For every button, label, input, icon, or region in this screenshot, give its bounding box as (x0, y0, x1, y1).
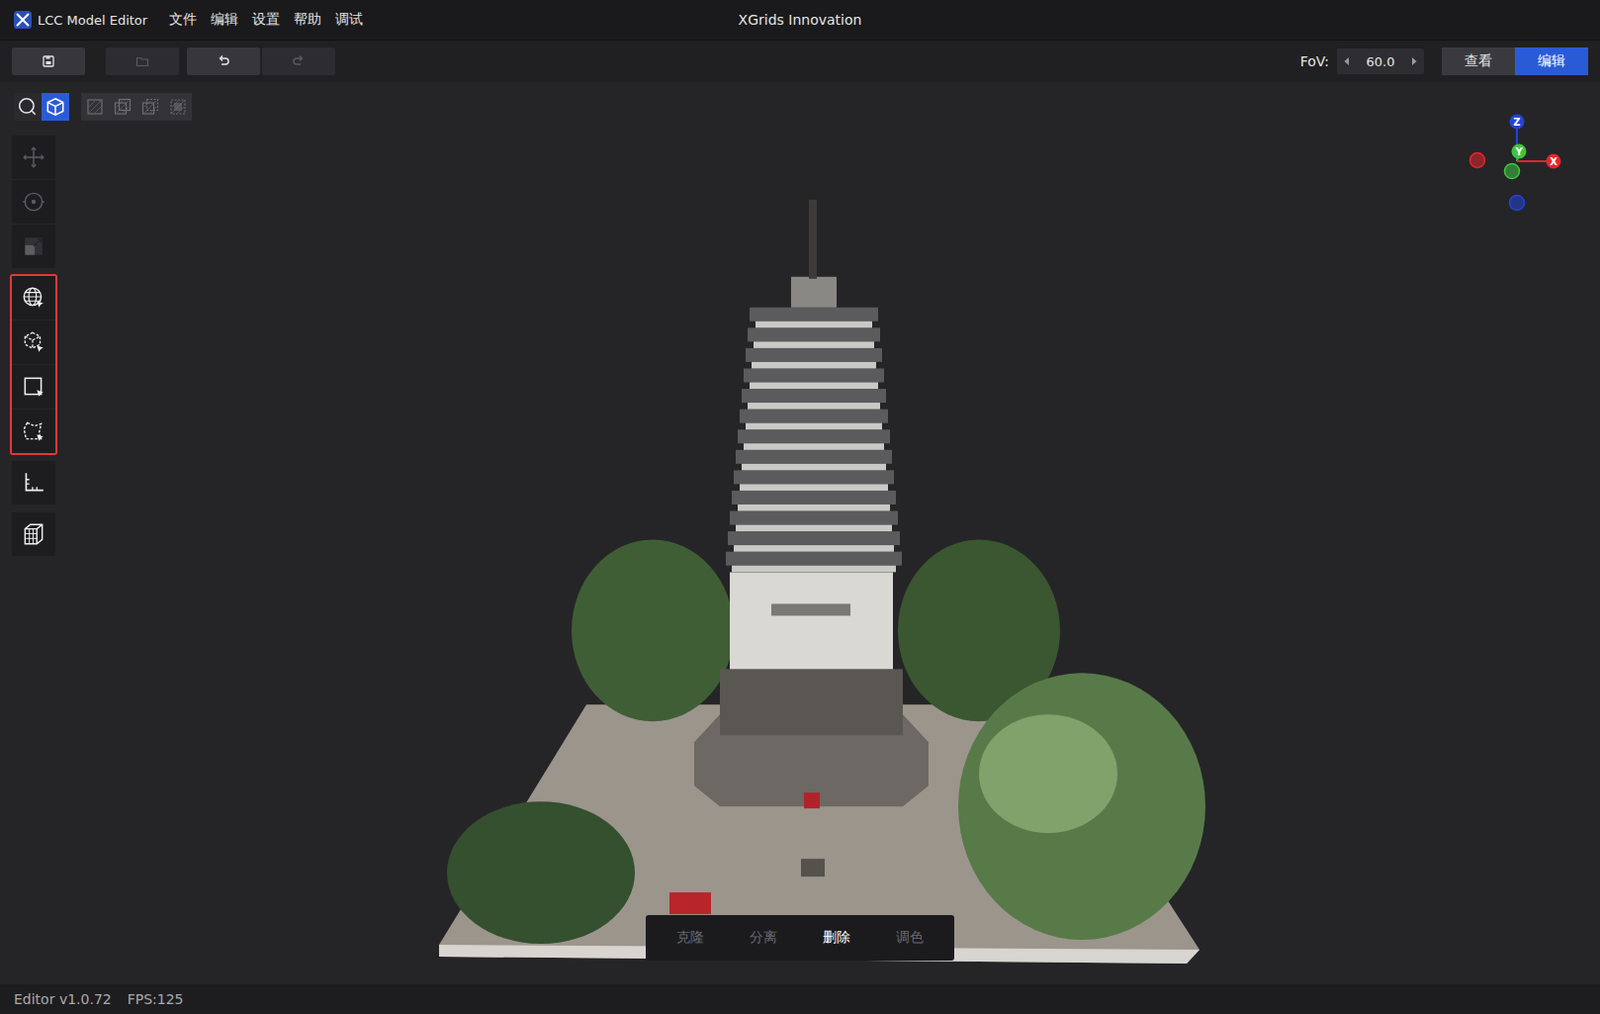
rotate-tool[interactable] (11, 179, 56, 224)
measure-icon (20, 469, 47, 496)
save-button[interactable] (11, 47, 86, 76)
viewport[interactable]: Z Y X 克隆分离删除调色 (0, 82, 1600, 984)
svg-text:Z: Z (1512, 116, 1520, 128)
fov-value[interactable]: 60.0 (1366, 54, 1396, 70)
polygon-select-tool[interactable] (11, 409, 56, 453)
axis-gizmo[interactable]: Z Y X (1461, 99, 1573, 219)
cube-mode-button[interactable] (41, 92, 70, 121)
bounding-box-tool[interactable] (11, 512, 56, 556)
measure-tool[interactable] (11, 460, 56, 505)
point-cloud-mode-button[interactable] (13, 92, 42, 121)
menu-item[interactable]: 设置 (252, 8, 280, 31)
solid-render-button[interactable] (81, 92, 109, 121)
tool-group (9, 273, 58, 455)
scale-icon (20, 233, 47, 260)
subtract-icon (140, 96, 161, 117)
editor-window: LCC Model Editor文件编辑设置帮助调试XGrids Innovat… (0, 0, 1600, 1014)
undo-icon (215, 53, 232, 70)
version-label: Editor v1.0.72 (13, 990, 112, 1007)
sphere-select-tool[interactable] (11, 275, 56, 320)
move-icon (20, 144, 47, 171)
app-name: LCC Model Editor (37, 12, 148, 28)
window-title: XGrids Innovation (738, 11, 863, 28)
mode-button[interactable]: 查看 (1441, 47, 1515, 76)
rotate-icon (20, 188, 47, 215)
solid-icon (85, 96, 105, 117)
view-toolbar (13, 92, 192, 121)
redo-button[interactable] (262, 47, 336, 76)
mode-switch: 查看编辑 (1441, 47, 1589, 76)
polygon-select-icon (20, 418, 47, 445)
save-icon (40, 53, 57, 70)
fov-spinner[interactable]: 60.0 (1336, 48, 1424, 75)
decrease-icon[interactable] (1342, 56, 1351, 67)
scale-tool[interactable] (11, 224, 56, 268)
bounding-box-icon (20, 521, 47, 547)
rect-select-icon (20, 373, 47, 400)
menu-item[interactable]: 文件 (169, 8, 197, 31)
rect-select-tool[interactable] (11, 364, 56, 409)
action-button[interactable]: 分离 (728, 920, 799, 955)
tool-group (9, 133, 58, 270)
tool-group (9, 510, 58, 558)
fps-label: FPS:125 (127, 990, 184, 1007)
action-button[interactable]: 调色 (875, 920, 945, 955)
intersect-icon (168, 96, 188, 117)
box-select-tool[interactable] (11, 320, 56, 364)
action-bar: 克隆分离删除调色 (645, 914, 955, 961)
action-button[interactable]: 克隆 (655, 920, 725, 955)
sphere-select-icon (20, 284, 47, 311)
undo-button[interactable] (186, 47, 261, 76)
menu-item[interactable]: 帮助 (293, 8, 322, 31)
fov-label: FoV: (1300, 53, 1330, 70)
overlap-icon (112, 96, 133, 117)
redo-icon (290, 53, 307, 70)
point-cloud-icon (16, 95, 39, 118)
tool-group (9, 458, 58, 507)
svg-text:Y: Y (1513, 146, 1523, 158)
overlap-render-button[interactable] (108, 92, 137, 121)
tool-column (11, 133, 56, 558)
title-bar: LCC Model Editor 文件编辑设置帮助调试 XGrids Innovat… (0, 0, 1600, 41)
cube-icon (44, 95, 67, 118)
increase-icon[interactable] (1410, 56, 1419, 67)
logo-icon (13, 10, 32, 29)
menu-bar: 文件编辑设置帮助调试 (169, 8, 363, 31)
action-button[interactable]: 删除 (801, 920, 872, 955)
toolbar: FoV: 60.0 查看编辑 (0, 40, 1600, 83)
box-select-icon (20, 329, 47, 356)
mode-button[interactable]: 编辑 (1514, 47, 1589, 76)
subtract-render-button[interactable] (136, 92, 165, 121)
intersect-render-button[interactable] (164, 92, 192, 121)
open-button[interactable] (105, 47, 179, 76)
menu-item[interactable]: 编辑 (210, 8, 239, 31)
move-tool[interactable] (11, 135, 56, 179)
status-bar: Editor v1.0.72 FPS:125 (0, 983, 1600, 1014)
svg-text:X: X (1549, 156, 1558, 168)
model-render (0, 82, 1600, 984)
open-icon (134, 53, 151, 70)
menu-item[interactable]: 调试 (335, 8, 363, 31)
